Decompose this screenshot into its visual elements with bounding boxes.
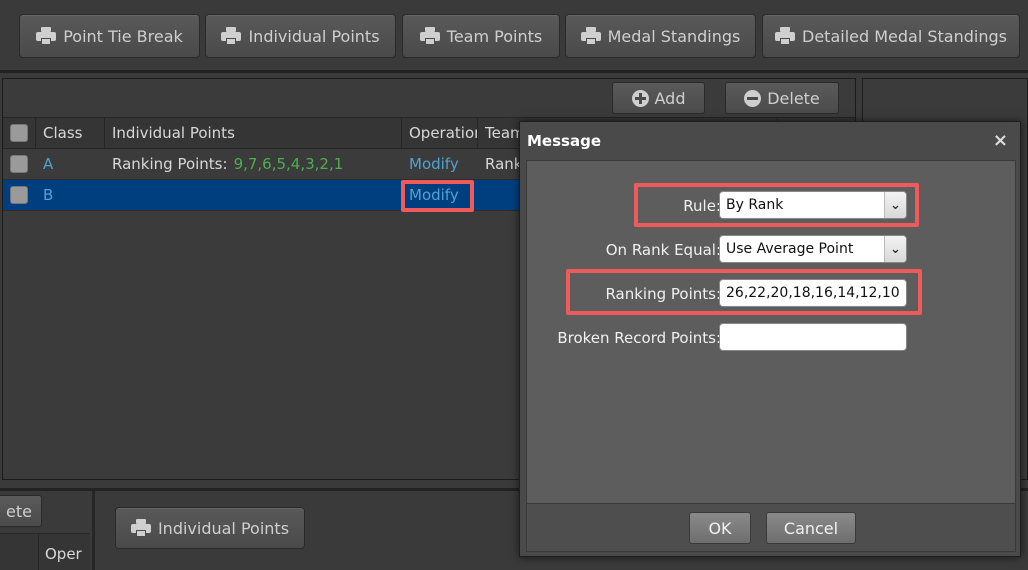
rank-equal-select[interactable]: Use Average Point ⌄	[719, 235, 907, 263]
button-label: Individual Points	[248, 26, 380, 46]
printer-icon	[36, 27, 57, 45]
minus-circle-icon	[744, 89, 762, 107]
printer-icon	[775, 27, 796, 45]
team-points-button[interactable]: Team Points	[402, 14, 560, 58]
row-checkbox[interactable]	[10, 155, 28, 173]
rank-equal-label: On Rank Equal:	[605, 241, 721, 259]
printer-icon	[580, 27, 601, 45]
chevron-down-icon: ⌄	[884, 236, 906, 262]
bottom-delete-label: ete	[6, 501, 32, 521]
printer-icon	[221, 27, 242, 45]
button-label: Medal Standings	[607, 26, 741, 46]
add-button[interactable]: Add	[612, 82, 705, 114]
divider	[0, 70, 1028, 73]
ok-button[interactable]: OK	[689, 512, 751, 544]
broken-record-label: Broken Record Points:	[557, 329, 721, 347]
class-cell: A	[43, 155, 54, 173]
delete-button[interactable]: Delete	[725, 82, 839, 114]
plus-circle-icon	[631, 89, 649, 107]
delete-label: Delete	[767, 88, 820, 108]
dialog-body: Rule: By Rank ⌄ On Rank Equal: Use Avera…	[526, 160, 1016, 504]
points-prefix: Ranking Points:	[112, 155, 228, 173]
modify-link[interactable]: Modify	[402, 149, 478, 179]
header-checkbox-cell	[3, 118, 36, 148]
button-label: Detailed Medal Standings	[802, 26, 1007, 46]
dialog-footer: OK Cancel	[526, 504, 1016, 552]
dialog-title: Message	[527, 132, 601, 150]
row-checkbox[interactable]	[10, 186, 28, 204]
points-values: 9,7,6,5,4,3,2,1	[233, 155, 344, 173]
row-checkbox-cell	[3, 180, 36, 210]
bottom-grid-header: Oper	[0, 533, 90, 570]
individual-points-cell: Ranking Points: 9,7,6,5,4,3,2,1	[105, 149, 402, 179]
printer-icon	[130, 519, 151, 537]
highlight-modify	[401, 180, 474, 212]
cancel-button[interactable]: Cancel	[766, 512, 856, 544]
point-tie-break-button[interactable]: Point Tie Break	[19, 14, 200, 58]
column-header-operation[interactable]: Operation	[402, 118, 478, 148]
bottom-individual-points-button[interactable]: Individual Points	[115, 507, 305, 549]
button-label: Point Tie Break	[63, 26, 183, 46]
printer-icon	[419, 27, 440, 45]
medal-standings-button[interactable]: Medal Standings	[565, 14, 756, 58]
class-cell: B	[43, 186, 54, 204]
highlight-rule	[634, 183, 919, 227]
bottom-delete-button[interactable]: ete	[0, 495, 42, 527]
column-header-operation[interactable]: Oper	[38, 534, 82, 570]
highlight-ranking-points	[566, 269, 922, 315]
individual-points-cell	[105, 180, 402, 210]
rank-equal-value: Use Average Point	[726, 241, 854, 257]
add-label: Add	[654, 88, 686, 108]
button-label: Team Points	[446, 26, 543, 46]
button-label: Individual Points	[157, 518, 290, 538]
select-all-checkbox[interactable]	[10, 124, 28, 142]
column-header-individual-points[interactable]: Individual Points	[105, 118, 402, 148]
divider	[92, 491, 95, 570]
broken-record-input[interactable]	[719, 323, 907, 351]
close-icon[interactable]: ×	[993, 130, 1008, 151]
individual-points-button[interactable]: Individual Points	[205, 14, 396, 58]
message-dialog: Message × Rule: By Rank ⌄ On Rank Equal:…	[519, 121, 1021, 557]
column-header-class[interactable]: Class	[36, 118, 105, 148]
detailed-medal-standings-button[interactable]: Detailed Medal Standings	[762, 14, 1020, 58]
row-checkbox-cell	[3, 149, 36, 179]
